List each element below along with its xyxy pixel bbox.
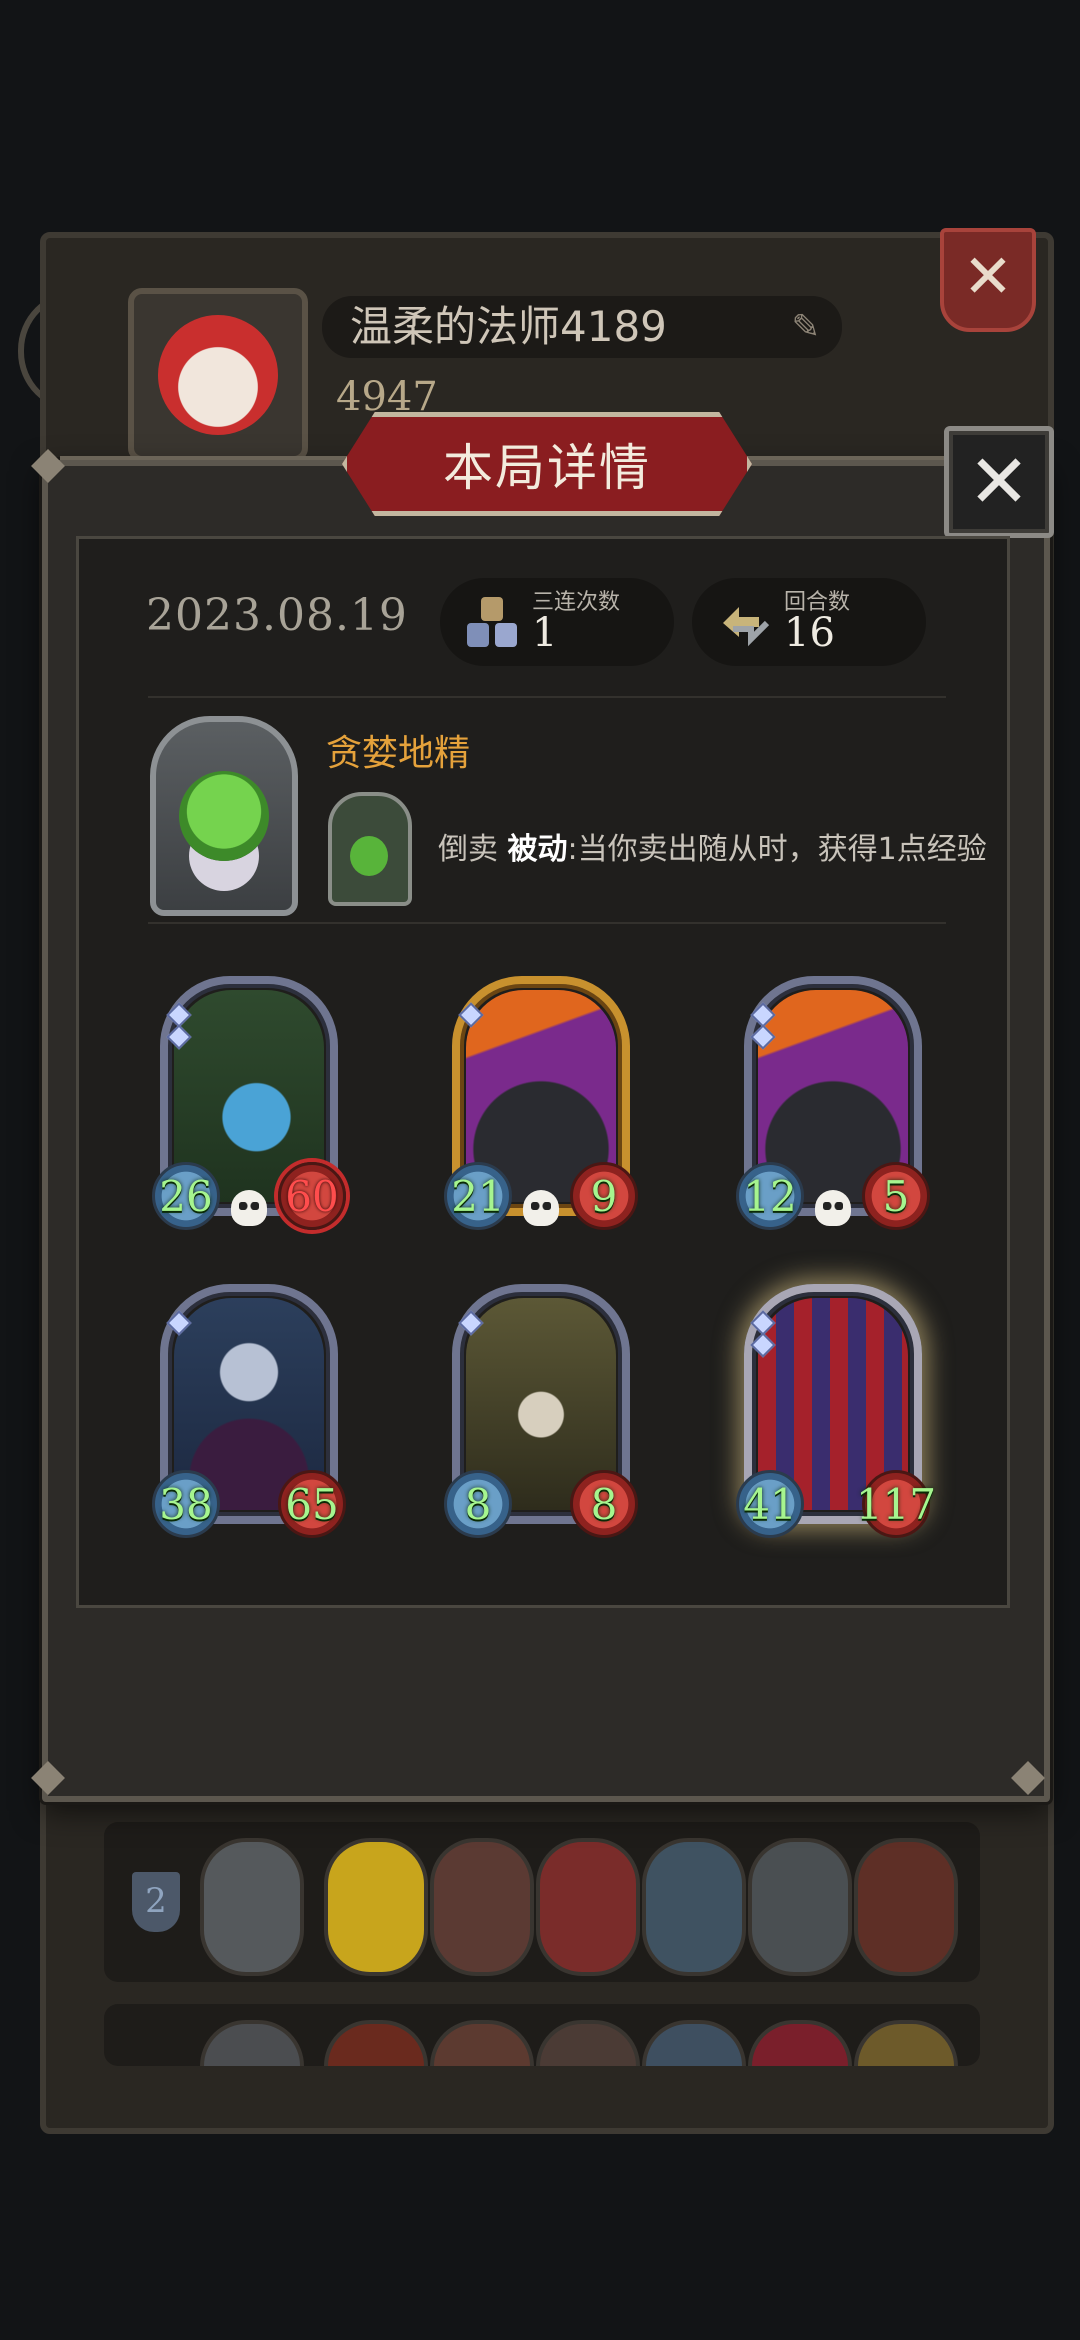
- minion-card-fire-boar[interactable]: 12 5: [736, 976, 930, 1230]
- history-minion: [642, 1838, 746, 1976]
- history-minion: [642, 2020, 746, 2066]
- rounds-stat: 回合数 16: [692, 578, 926, 666]
- rank-badge: 2: [132, 1872, 180, 1932]
- health-value: 9: [570, 1162, 638, 1230]
- history-minion: [536, 1838, 640, 1976]
- history-minion: [854, 2020, 958, 2066]
- history-minion: [430, 2020, 534, 2066]
- hero-skill-description: 倒卖 被动:当你卖出随从时，获得1点经验: [438, 824, 987, 868]
- history-hero-portrait: [200, 1838, 304, 1976]
- stat-value: 16: [784, 610, 835, 656]
- divider: [148, 922, 946, 924]
- history-minion: [430, 1838, 534, 1976]
- divider: [148, 696, 946, 698]
- history-hero-portrait: [200, 2020, 304, 2066]
- health-value: 65: [278, 1470, 346, 1538]
- skull-icon: [231, 1190, 267, 1226]
- profile-close-button[interactable]: ✕: [940, 228, 1036, 332]
- skill-name: 倒卖: [438, 832, 498, 867]
- history-minion: [748, 2020, 852, 2066]
- attack-value: 12: [736, 1162, 804, 1230]
- health-value: 8: [570, 1470, 638, 1538]
- history-minion: [536, 2020, 640, 2066]
- minion-card-elf-sorceress[interactable]: 38 65: [152, 1284, 346, 1538]
- triple-count-stat: 三连次数 1: [440, 578, 674, 666]
- hero-skill-icon[interactable]: [328, 792, 412, 906]
- history-minion: [324, 1838, 428, 1976]
- triple-blocks-icon: [462, 592, 524, 654]
- attack-value: 38: [152, 1470, 220, 1538]
- player-avatar: [128, 288, 308, 462]
- modal-title-banner: 本局详情: [342, 412, 752, 516]
- skill-effect: :当你卖出随从时，获得1点经验: [567, 832, 987, 867]
- minion-card-vine-plant[interactable]: 26 60: [152, 976, 346, 1230]
- player-name: 温柔的法师4189: [350, 302, 667, 351]
- modal-title: 本局详情: [443, 439, 651, 497]
- player-name-field[interactable]: 温柔的法师4189 ✎: [322, 296, 842, 358]
- attack-value: 21: [444, 1162, 512, 1230]
- minion-card-jester-clown[interactable]: 41 117: [736, 1284, 936, 1538]
- attack-value: 41: [736, 1470, 804, 1538]
- close-icon: ✕: [967, 439, 1030, 525]
- minion-card-fire-boar-gold[interactable]: 21 9: [444, 976, 638, 1230]
- modal-close-button[interactable]: ✕: [944, 426, 1054, 538]
- rounds-arrows-icon: [714, 592, 776, 654]
- history-minion: [854, 1838, 958, 1976]
- stat-value: 1: [532, 610, 558, 656]
- skull-icon: [523, 1190, 559, 1226]
- history-minion: [324, 2020, 428, 2066]
- skull-icon: [815, 1190, 851, 1226]
- attack-value: 26: [152, 1162, 220, 1230]
- hero-name: 贪婪地精: [326, 733, 471, 774]
- player-coins: 4947: [336, 374, 438, 420]
- health-value: 5: [862, 1162, 930, 1230]
- banner-line: [736, 456, 946, 460]
- minion-card-hooded-elder[interactable]: 8 8: [444, 1284, 638, 1538]
- hero-portrait[interactable]: [150, 716, 298, 916]
- edit-pencil-icon[interactable]: ✎: [792, 296, 821, 358]
- banner-line: [60, 456, 350, 460]
- history-row[interactable]: [104, 2004, 980, 2066]
- health-value: 60: [278, 1162, 346, 1230]
- history-minion: [748, 1838, 852, 1976]
- skill-keyword: 被动: [507, 832, 568, 867]
- history-row[interactable]: 2: [104, 1822, 980, 1982]
- match-date: 2023.08.19: [146, 590, 408, 641]
- attack-value: 8: [444, 1470, 512, 1538]
- health-value: 117: [856, 1470, 936, 1538]
